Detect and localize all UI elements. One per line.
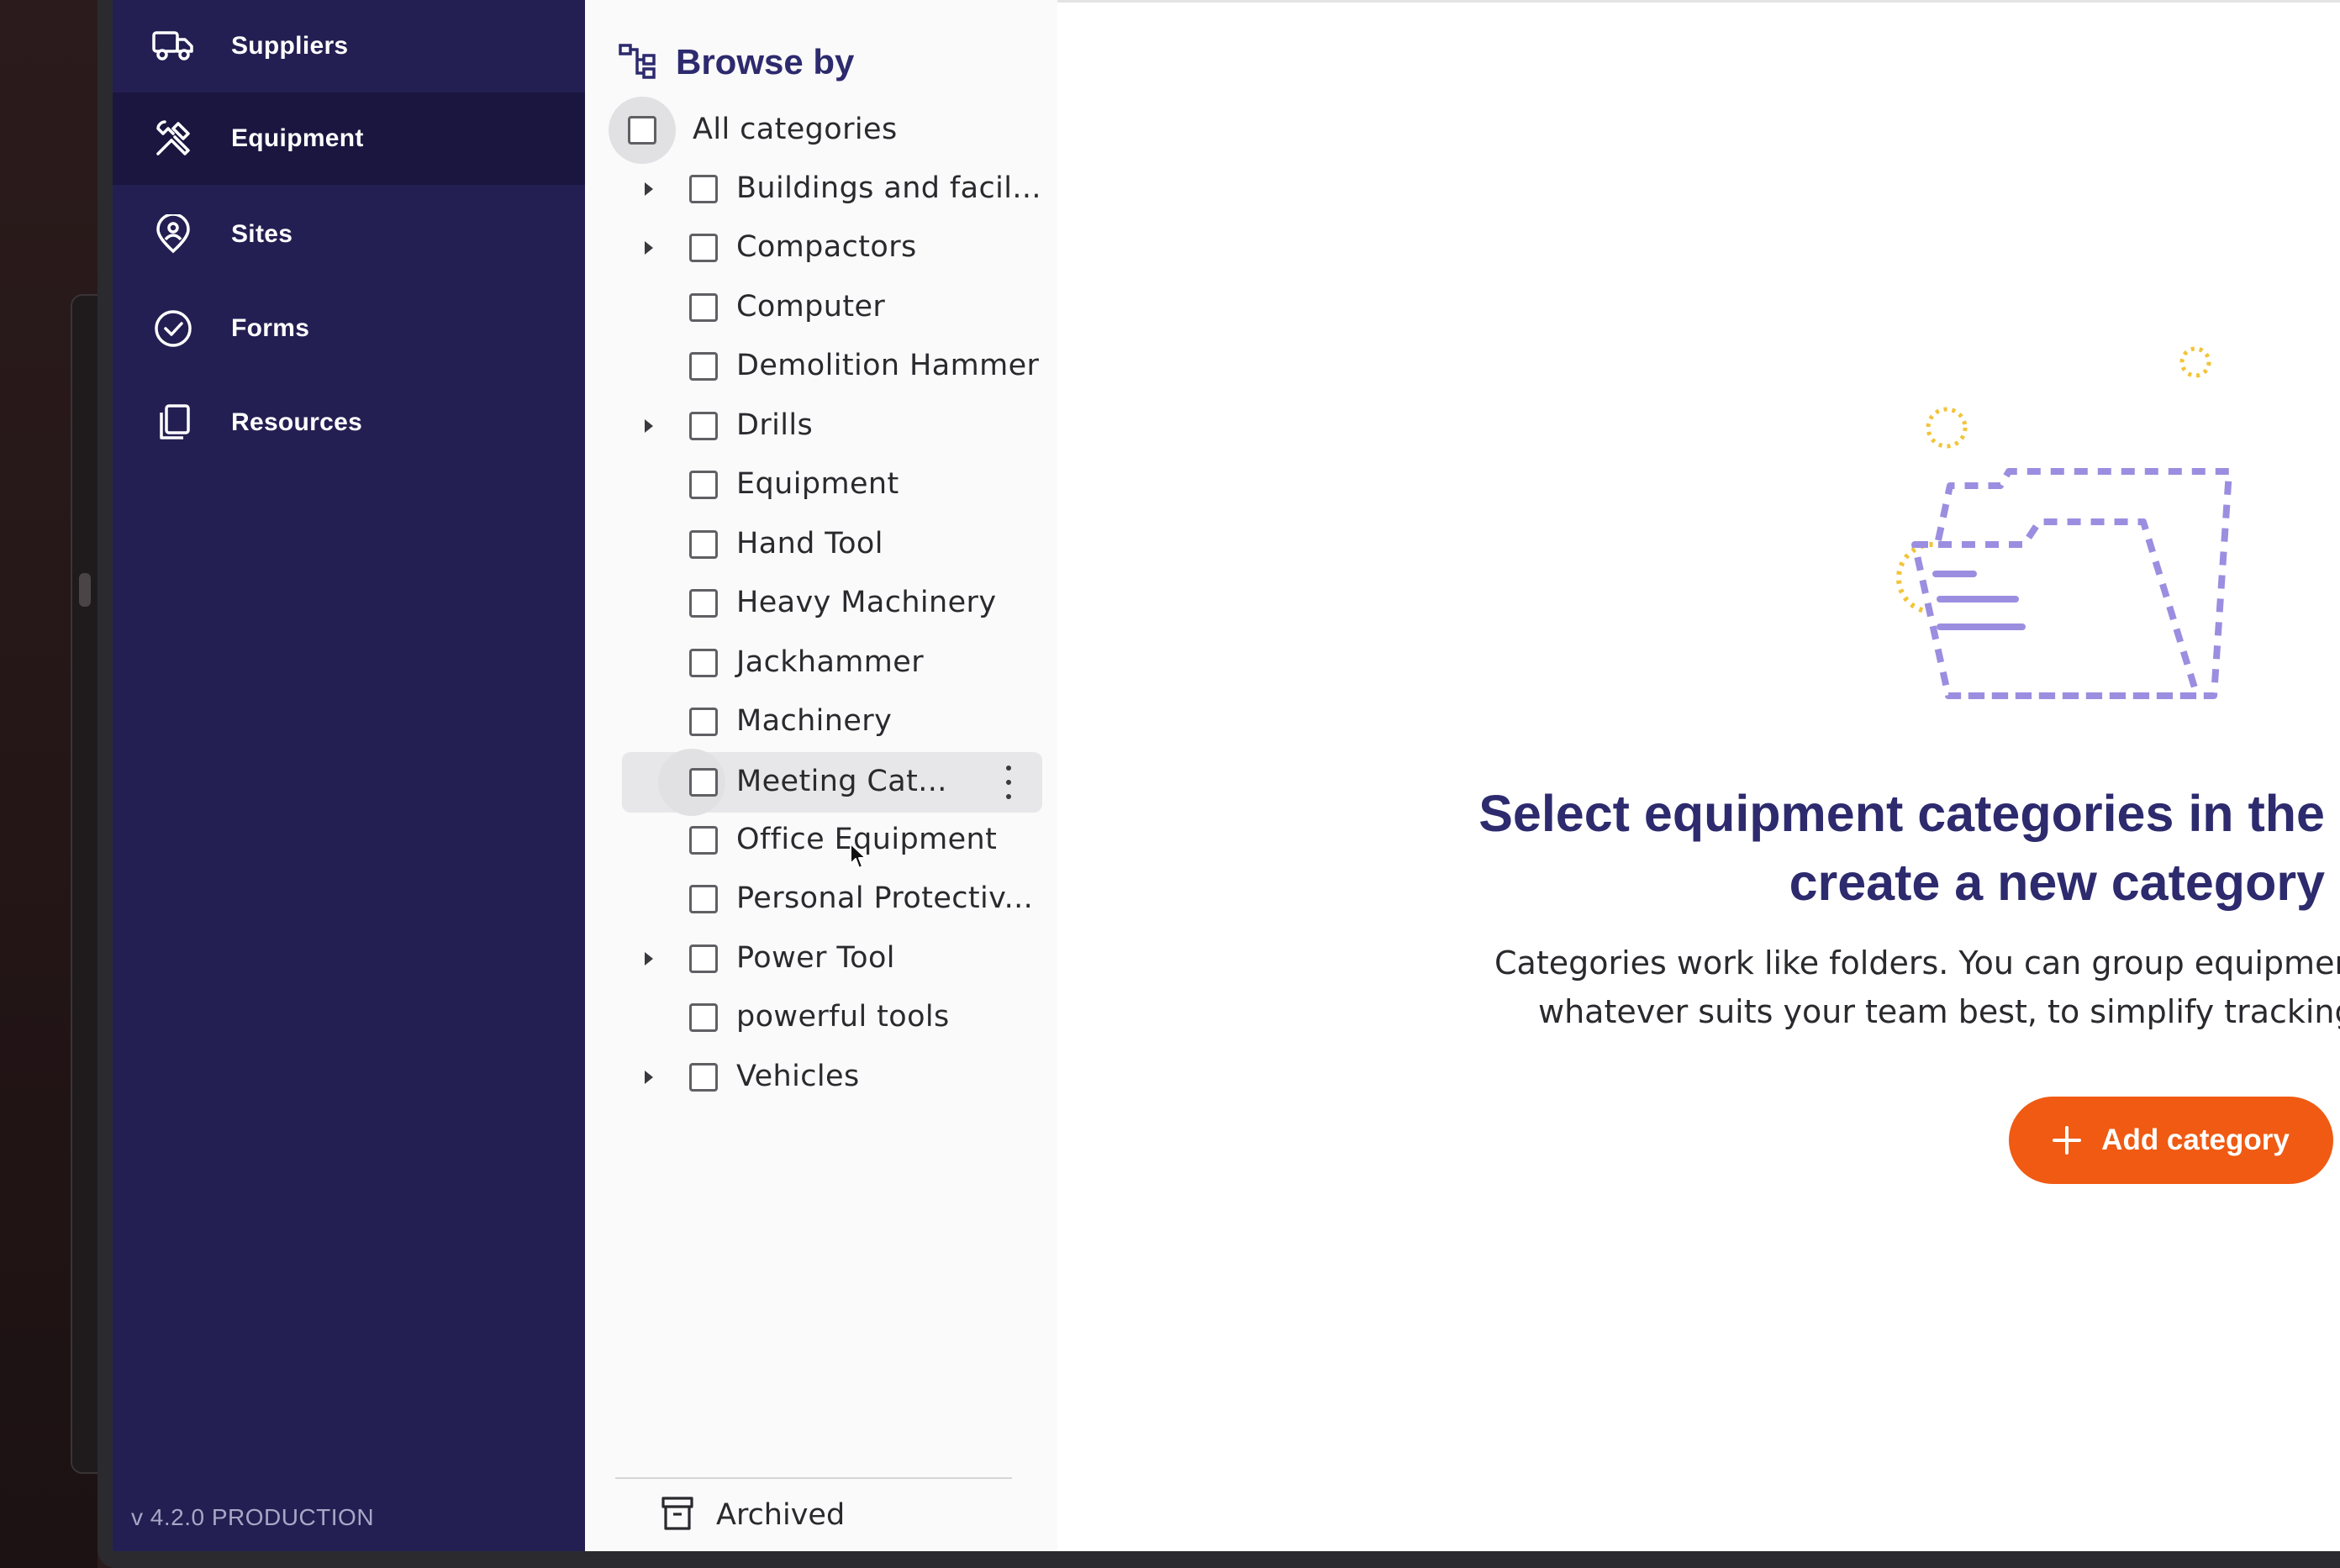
tree-label: Machinery xyxy=(736,704,893,738)
sidebar-item-label: Suppliers xyxy=(231,32,349,60)
browse-panel: Browse by All categories Buildings and f… xyxy=(585,0,1059,1551)
tree-label: Compactors xyxy=(736,230,917,264)
tree-label: Heavy Machinery xyxy=(736,586,997,619)
hierarchy-icon xyxy=(619,42,657,83)
tree-label: Drills xyxy=(736,408,814,442)
tree-row[interactable]: Machinery xyxy=(585,695,1057,749)
version-label: v 4.2.0 PRODUCTION xyxy=(131,1504,375,1530)
main-content: Select equipment categories in the creat… xyxy=(1057,0,2340,1551)
sidebar-item-label: Forms xyxy=(231,314,310,342)
plus-icon xyxy=(2053,1126,2082,1155)
checkbox[interactable] xyxy=(689,826,718,855)
checkbox[interactable] xyxy=(689,175,718,203)
caret-right-icon[interactable] xyxy=(640,950,657,967)
caret-right-icon[interactable] xyxy=(640,239,657,256)
tree-row[interactable]: Power Tool xyxy=(585,932,1057,986)
add-category-label: Add category xyxy=(2101,1123,2290,1156)
browse-title: Browse by xyxy=(676,42,855,82)
checkbox[interactable] xyxy=(689,530,718,559)
checkbox[interactable] xyxy=(689,589,718,618)
tree-row[interactable]: Vehicles xyxy=(585,1050,1057,1104)
checkbox[interactable] xyxy=(689,471,718,499)
tree-row[interactable]: powerful tools xyxy=(585,991,1057,1044)
checkbox[interactable] xyxy=(689,885,718,913)
checkbox[interactable] xyxy=(689,1003,718,1032)
more-options-icon[interactable] xyxy=(1000,766,1017,799)
checkbox[interactable] xyxy=(689,768,718,797)
tree-row[interactable]: Equipment xyxy=(585,458,1057,512)
sidebar-item-label: Equipment xyxy=(231,124,364,152)
tree-row[interactable]: Buildings and facil... xyxy=(585,162,1057,216)
tree-label: powerful tools xyxy=(736,1000,950,1034)
location-pin-icon xyxy=(150,211,197,258)
caret-right-icon[interactable] xyxy=(640,1069,657,1086)
tree-label: Jackhammer xyxy=(736,645,925,679)
checkbox[interactable] xyxy=(689,234,718,262)
tree-row[interactable]: Compactors xyxy=(585,221,1057,275)
tree-label: Buildings and facil... xyxy=(736,171,1041,205)
check-circle-icon xyxy=(150,305,197,352)
tree-label: Equipment xyxy=(736,467,899,501)
tree-row[interactable]: Office Equipment xyxy=(585,813,1057,867)
empty-folder-illustration xyxy=(1873,339,2268,708)
tree-label: Personal Protectiv... xyxy=(736,881,1034,915)
checkbox[interactable] xyxy=(689,352,718,381)
checkbox[interactable] xyxy=(689,708,718,736)
empty-state-title-line: create a new category xyxy=(1789,854,2325,911)
caret-right-icon[interactable] xyxy=(640,418,657,434)
tree-label-all-categories: All categories xyxy=(693,113,898,146)
checkbox[interactable] xyxy=(689,1063,718,1092)
checkbox[interactable] xyxy=(689,649,718,677)
browse-header: Browse by xyxy=(619,39,854,86)
checkbox[interactable] xyxy=(689,944,718,973)
sidebar-item-sites[interactable]: Sites xyxy=(113,188,585,281)
tree-row-all-categories[interactable]: All categories xyxy=(609,97,1046,164)
tools-icon xyxy=(150,115,197,162)
sidebar-item-forms[interactable]: Forms xyxy=(113,282,585,375)
empty-state-title-line: Select equipment categories in the xyxy=(1478,785,2325,842)
tree-row[interactable]: Personal Protectiv... xyxy=(585,872,1057,926)
sidebar-item-suppliers[interactable]: Suppliers xyxy=(113,0,585,92)
mouse-cursor-icon xyxy=(849,842,867,871)
checkbox[interactable] xyxy=(689,412,718,440)
copy-icon xyxy=(150,399,197,446)
tree-row[interactable]: Demolition Hammer xyxy=(585,339,1057,393)
tree-row[interactable]: Computer xyxy=(585,281,1057,334)
empty-state-desc-line: Categories work like folders. You can gr… xyxy=(1494,944,2340,981)
sidebar-item-equipment[interactable]: Equipment xyxy=(113,92,585,185)
tree-row[interactable]: Jackhammer xyxy=(585,636,1057,690)
tree-label: Power Tool xyxy=(736,941,895,975)
checkbox[interactable] xyxy=(689,293,718,322)
checkbox[interactable] xyxy=(628,116,656,145)
background-window-chip xyxy=(79,573,91,607)
add-category-button[interactable]: Add category xyxy=(2009,1097,2333,1184)
archived-link[interactable]: Archived xyxy=(661,1492,845,1538)
truck-icon xyxy=(150,23,197,70)
divider xyxy=(615,1477,1012,1479)
tree-label: Meeting Cat... xyxy=(736,765,947,798)
archived-label: Archived xyxy=(716,1498,846,1532)
app-window: Suppliers Equipment Sites Forms Resource… xyxy=(113,0,2340,1551)
empty-state-title: Select equipment categories in the creat… xyxy=(1148,779,2325,917)
tree-label: Hand Tool xyxy=(736,527,883,560)
tree-label: Demolition Hammer xyxy=(736,349,1040,382)
empty-state-desc-line: whatever suits your team best, to simpli… xyxy=(1538,993,2340,1030)
tree-row[interactable]: Drills xyxy=(585,399,1057,453)
empty-state-description: Categories work like folders. You can gr… xyxy=(1494,939,2340,1036)
tree-label: Computer xyxy=(736,290,886,324)
tree-label: Vehicles xyxy=(736,1060,860,1093)
tree-row-hovered[interactable]: Meeting Cat... xyxy=(622,749,1042,816)
archive-box-icon xyxy=(661,1496,694,1535)
sidebar: Suppliers Equipment Sites Forms Resource… xyxy=(113,0,585,1551)
sidebar-item-label: Sites xyxy=(231,220,293,248)
tree-row[interactable]: Heavy Machinery xyxy=(585,576,1057,630)
caret-right-icon[interactable] xyxy=(640,181,657,197)
sidebar-item-label: Resources xyxy=(231,408,363,436)
tree-row[interactable]: Hand Tool xyxy=(585,518,1057,571)
sidebar-item-resources[interactable]: Resources xyxy=(113,376,585,469)
